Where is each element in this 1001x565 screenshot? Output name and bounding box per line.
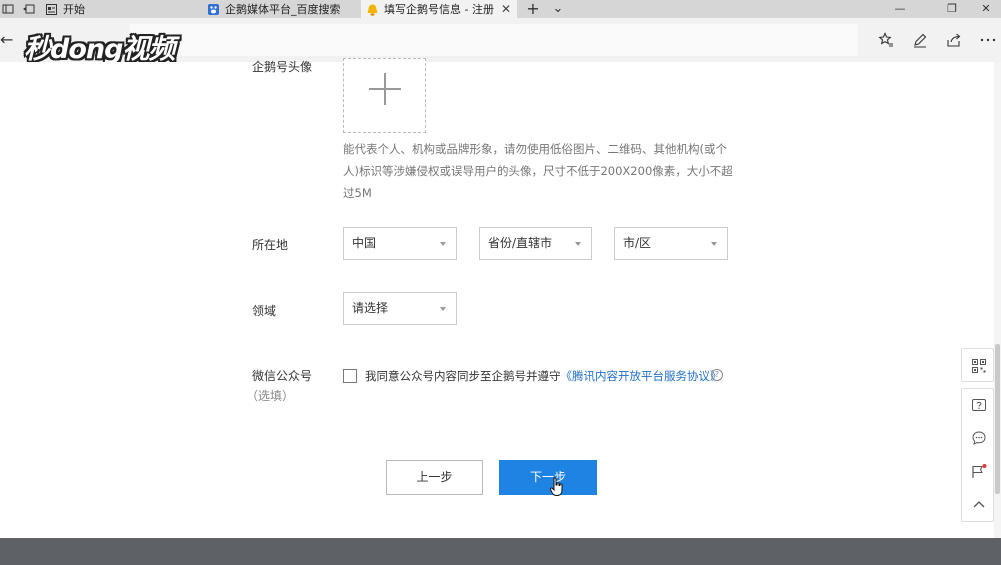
nav-bar: ← 秒dong视频 [0,18,1001,65]
province-value: 省份/直辖市 [488,236,553,250]
maximize-icon[interactable]: ❐ [932,0,972,18]
location-label: 所在地 [252,238,289,252]
caret-down-icon [440,307,446,311]
tab-aside-icon[interactable] [18,0,38,18]
agree-text: 我同意公众号内容同步至企鹅号并遵守《腾讯内容开放平台服务协议》 [365,369,722,383]
watermark-logo: 秒dong视频 [24,34,175,65]
country-value: 中国 [352,236,377,250]
avatar-upload-button[interactable] [343,58,426,133]
previous-step-button[interactable]: 上一步 [386,460,483,495]
avatar-hint: 能代表个人、机构或品牌形象，请勿使用低俗图片、二维码、其他机构(或个人)标识等涉… [343,142,733,200]
caret-down-icon [575,242,581,246]
pen-notes-icon[interactable] [910,30,930,50]
minimize-icon[interactable]: — [880,0,920,18]
page-footer [0,538,1001,565]
registration-form-page: 企鹅号头像 能代表个人、机构或品牌形象，请勿使用低俗图片、二维码、其他机构(或个… [0,58,1001,565]
tab-actions-icon[interactable] [0,0,16,18]
next-step-button[interactable]: 下一步 [499,460,597,495]
wechat-label: 微信公众号 [252,369,313,383]
tab-register-active[interactable]: 填写企鹅号信息 - 注册 ✕ [361,0,517,18]
qrcode-icon [962,350,995,382]
baidu-paw-icon [208,3,219,15]
plus-icon [384,73,386,105]
province-select[interactable]: 省份/直辖市 [479,227,592,260]
favorites-icon[interactable] [876,30,896,50]
caret-down-icon [711,242,717,246]
start-page-icon [46,3,57,15]
close-window-icon[interactable]: ✕ [971,0,1001,18]
tab-strip: 开始 企鹅媒体平台_百度搜索 填写企鹅号信息 - 注册 ✕ + ⌄ — ❐ ✕ [0,0,1001,18]
hand-cursor-icon [550,477,563,496]
share-icon[interactable] [944,30,964,50]
city-value: 市/区 [623,236,652,250]
question-circle-icon[interactable]: ? [711,369,723,381]
more-menu-icon[interactable] [978,30,998,50]
tab-start[interactable]: 开始 [40,0,200,18]
browser-window: 开始 企鹅媒体平台_百度搜索 填写企鹅号信息 - 注册 ✕ + ⌄ — ❐ ✕ … [0,0,1001,565]
agree-statement: 我同意公众号内容同步至企鹅号并遵守 [365,369,561,383]
city-select[interactable]: 市/区 [614,227,728,260]
agree-checkbox[interactable] [343,369,357,383]
penguin-bell-icon [367,4,378,16]
domain-select[interactable]: 请选择 [343,292,457,325]
avatar-label: 企鹅号头像 [252,60,313,74]
domain-value: 请选择 [352,301,389,315]
tab-baidu-search[interactable]: 企鹅媒体平台_百度搜索 [202,0,360,18]
domain-label: 领域 [252,304,277,318]
wechat-optional-label: （选填） [246,389,295,403]
tab-label: 填写企鹅号信息 - 注册 [384,3,494,16]
new-tab-button[interactable]: + [520,0,546,18]
flag-icon[interactable] [962,455,995,487]
back-arrow-icon[interactable]: ← [0,30,16,50]
help-icon[interactable] [962,390,995,422]
chevron-down-icon[interactable]: ⌄ [548,0,568,18]
country-select[interactable]: 中国 [343,227,457,260]
page-scrollbar[interactable] [994,62,1001,538]
side-tools-group [961,388,994,522]
tab-label: 开始 [63,3,85,16]
address-bar[interactable] [130,24,858,56]
caret-down-icon [440,242,446,246]
scrollbar-thumb[interactable] [995,344,1000,494]
chat-icon[interactable] [962,422,995,454]
chevron-up-icon[interactable] [962,488,995,520]
tab-label: 企鹅媒体平台_百度搜索 [225,3,341,16]
qrcode-button[interactable] [961,348,994,382]
close-tab-icon[interactable]: ✕ [501,0,511,18]
notification-dot [982,463,986,468]
service-agreement-link[interactable]: 《腾讯内容开放平台服务协议》 [561,369,722,383]
